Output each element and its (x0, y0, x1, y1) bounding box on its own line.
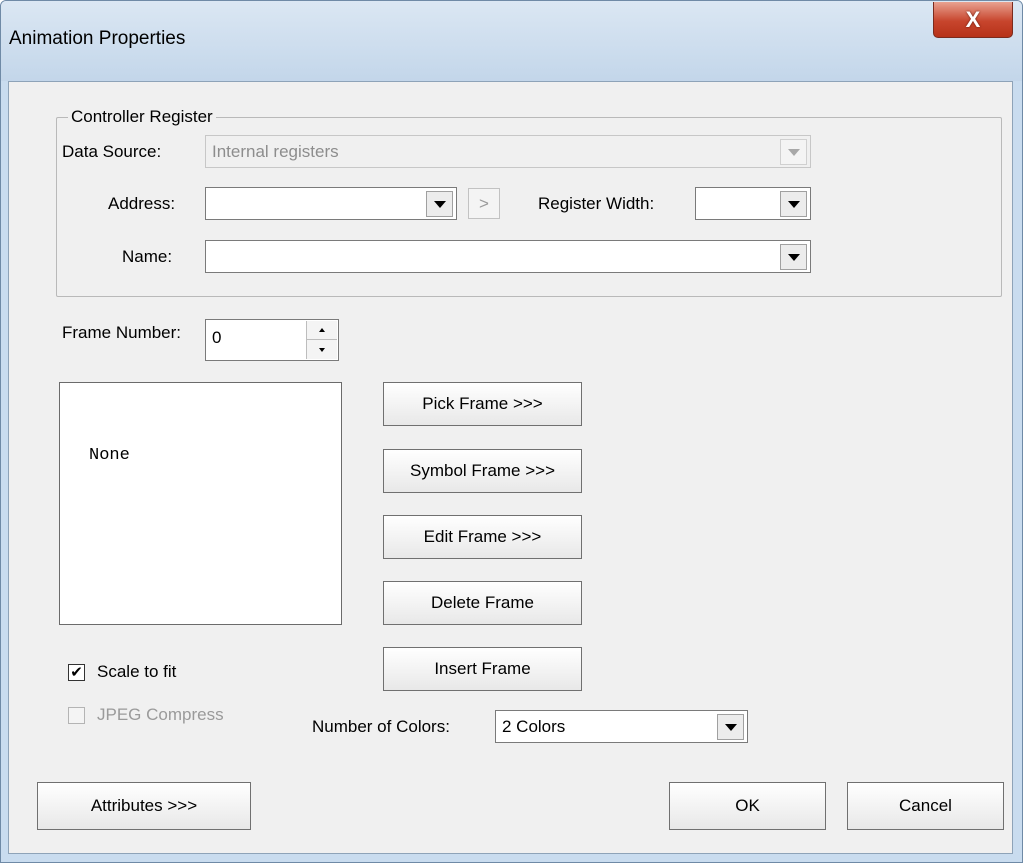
checkbox-empty-icon (68, 706, 85, 724)
window-title: Animation Properties (9, 28, 186, 49)
chevron-down-icon[interactable] (780, 191, 807, 217)
address-go-button[interactable]: > (468, 188, 500, 219)
ok-button[interactable]: OK (669, 782, 826, 830)
frame-preview: None (59, 382, 342, 625)
scale-to-fit-checkbox[interactable]: ✔ Scale to fit (68, 662, 176, 682)
checkmark-icon: ✔ (68, 663, 85, 681)
number-of-colors-combo[interactable]: 2 Colors (495, 710, 748, 743)
register-width-label: Register Width: (538, 194, 655, 213)
register-width-combo[interactable] (695, 187, 811, 220)
attributes-button[interactable]: Attributes >>> (37, 782, 251, 830)
data-source-value: Internal registers (212, 142, 339, 161)
name-label: Name: (122, 247, 173, 266)
jpeg-compress-checkbox[interactable]: JPEG Compress (68, 705, 224, 725)
symbol-frame-button[interactable]: Symbol Frame >>> (383, 449, 582, 493)
frame-number-value: 0 (212, 328, 222, 347)
scale-to-fit-label: Scale to fit (97, 662, 177, 681)
data-source-combo[interactable]: Internal registers (205, 135, 811, 168)
spin-down-icon[interactable] (306, 340, 337, 359)
address-label: Address: (108, 194, 176, 213)
title-bar: Animation Properties X (1, 1, 1022, 81)
insert-frame-button[interactable]: Insert Frame (383, 647, 582, 691)
jpeg-compress-label: JPEG Compress (97, 705, 224, 724)
delete-frame-button[interactable]: Delete Frame (383, 581, 582, 625)
spin-up-icon[interactable] (306, 321, 337, 340)
chevron-right-icon: > (479, 193, 489, 213)
address-combo[interactable] (205, 187, 457, 220)
pick-frame-button[interactable]: Pick Frame >>> (383, 382, 582, 426)
edit-frame-button[interactable]: Edit Frame >>> (383, 515, 582, 559)
dialog-client-area: Controller Register Data Source: Interna… (8, 81, 1013, 854)
chevron-down-icon[interactable] (717, 714, 744, 740)
controller-register-legend: Controller Register (68, 107, 216, 127)
data-source-label: Data Source: (62, 142, 162, 161)
frame-number-spinner[interactable]: 0 (205, 319, 339, 361)
animation-properties-dialog: Animation Properties X Controller Regist… (0, 0, 1023, 863)
chevron-down-icon[interactable] (426, 191, 453, 217)
frame-number-label: Frame Number: (62, 323, 182, 342)
number-of-colors-label: Number of Colors: (312, 717, 450, 736)
chevron-down-icon[interactable] (780, 139, 807, 165)
close-icon: X (965, 6, 981, 32)
close-button[interactable]: X (933, 2, 1013, 38)
chevron-down-icon[interactable] (780, 244, 807, 270)
number-of-colors-value: 2 Colors (502, 717, 566, 736)
name-combo[interactable] (205, 240, 811, 273)
frame-preview-text: None (89, 446, 130, 465)
cancel-button[interactable]: Cancel (847, 782, 1004, 830)
